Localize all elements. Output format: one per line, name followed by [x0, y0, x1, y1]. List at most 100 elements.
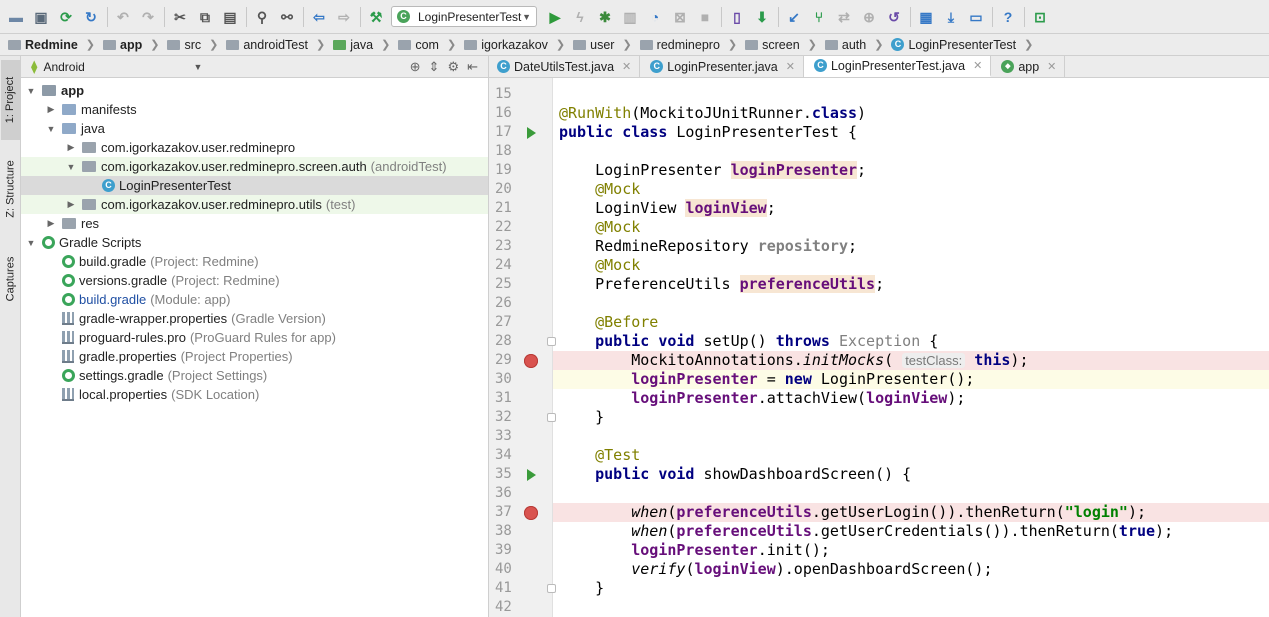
vcs-history-icon[interactable]: ⊕	[859, 7, 879, 27]
code-line[interactable]	[553, 142, 1269, 161]
refresh-icon[interactable]: ↻	[81, 7, 101, 27]
code-line[interactable]: PreferenceUtils preferenceUtils;	[553, 275, 1269, 294]
close-icon[interactable]: ✕	[1047, 60, 1056, 73]
scroll-from-source-icon[interactable]: ⊕	[410, 59, 421, 75]
tree-node[interactable]: ▼ com.igorkazakov.user.redminepro.screen.…	[21, 157, 488, 176]
undo-icon[interactable]: ↶	[113, 7, 133, 27]
code-line[interactable]: @RunWith(MockitoJUnitRunner.class)	[553, 104, 1269, 123]
editor-tab[interactable]: C LoginPresenterTest.java ✕	[803, 56, 992, 77]
redo-icon[interactable]: ↷	[138, 7, 158, 27]
stop-icon[interactable]: ■	[695, 7, 715, 27]
code-line[interactable]: LoginView loginView;	[553, 199, 1269, 218]
breadcrumb-redminepro[interactable]: redminepro ❯	[639, 38, 737, 52]
cut-icon[interactable]: ✂	[170, 7, 190, 27]
paste-icon[interactable]: ▤	[220, 7, 240, 27]
avd-manager-icon[interactable]: ▯	[727, 7, 747, 27]
code-line[interactable]: public class LoginPresenterTest {	[553, 123, 1269, 142]
code-line[interactable]: loginPresenter = new LoginPresenter();	[553, 370, 1269, 389]
replace-icon[interactable]: ⚯	[277, 7, 297, 27]
tree-node[interactable]: settings.gradle (Project Settings)	[21, 366, 488, 385]
vcs-revert-icon[interactable]: ↺	[884, 7, 904, 27]
breadcrumb-igorkazakov[interactable]: igorkazakov ❯	[464, 38, 565, 52]
terminal-icon[interactable]: ▭	[966, 7, 986, 27]
code-area[interactable]: @RunWith(MockitoJUnitRunner.class) public…	[553, 78, 1269, 617]
close-icon[interactable]: ✕	[973, 59, 982, 72]
tree-node[interactable]: versions.gradle (Project: Redmine)	[21, 271, 488, 290]
breadcrumb-app[interactable]: app ❯	[103, 38, 159, 52]
code-line[interactable]: @Mock	[553, 218, 1269, 237]
breadcrumb-src[interactable]: src ❯	[167, 38, 218, 52]
tree-node[interactable]: local.properties (SDK Location)	[21, 385, 488, 404]
code-line[interactable]: public void showDashboardScreen() {	[553, 465, 1269, 484]
code-line[interactable]	[553, 294, 1269, 313]
forward-icon[interactable]: ⇨	[334, 7, 354, 27]
tree-node[interactable]: build.gradle (Project: Redmine)	[21, 252, 488, 271]
code-line[interactable]: verify(loginView).openDashboardScreen();	[553, 560, 1269, 579]
code-line[interactable]: when(preferenceUtils.getUserCredentials(…	[553, 522, 1269, 541]
tree-node[interactable]: ▶ res	[21, 214, 488, 233]
breadcrumb-java[interactable]: java ❯	[333, 38, 390, 52]
gear-icon[interactable]: ⚙	[447, 59, 459, 75]
expand-arrow-icon[interactable]: ▼	[25, 238, 37, 248]
close-icon[interactable]: ✕	[622, 60, 631, 73]
breadcrumb-com[interactable]: com ❯	[398, 38, 456, 52]
sdk-manager-icon[interactable]: ⬇	[752, 7, 772, 27]
apply-changes-icon[interactable]: ϟ	[570, 7, 590, 27]
breakpoint-icon[interactable]	[522, 503, 540, 522]
collapse-arrow-icon[interactable]: ▶	[65, 199, 77, 210]
sdk-download-icon[interactable]: ⤓	[941, 7, 961, 27]
tree-node[interactable]: ▼ java	[21, 119, 488, 138]
project-structure-icon[interactable]: ▦	[916, 7, 936, 27]
code-line[interactable]	[553, 484, 1269, 503]
code-line[interactable]: public void setUp() throws Exception {	[553, 332, 1269, 351]
vcs-update-icon[interactable]: ↙	[784, 7, 804, 27]
save-icon[interactable]: ▣	[31, 7, 51, 27]
project-view-select[interactable]: Android	[43, 60, 193, 74]
coverage-icon[interactable]: ▥	[620, 7, 640, 27]
run-configuration-select[interactable]: C LoginPresenterTest ▼	[391, 6, 537, 27]
sync-icon[interactable]: ⟳	[56, 7, 76, 27]
code-line[interactable]	[553, 598, 1269, 617]
code-line[interactable]: @Test	[553, 446, 1269, 465]
code-line[interactable]: when(preferenceUtils.getUserLogin()).the…	[553, 503, 1269, 522]
breadcrumb-redmine[interactable]: Redmine ❯	[8, 38, 95, 52]
tree-node[interactable]: ▼ Gradle Scripts	[21, 233, 488, 252]
attach-debugger-icon[interactable]: ⊠	[670, 7, 690, 27]
tool-tab-project[interactable]: 1: Project	[1, 60, 20, 140]
breakpoint-icon[interactable]	[522, 351, 540, 370]
code-line[interactable]	[553, 85, 1269, 104]
editor-tab[interactable]: ◆ app ✕	[991, 56, 1066, 77]
tree-node[interactable]: gradle-wrapper.properties (Gradle Version…	[21, 309, 488, 328]
breadcrumb-auth[interactable]: auth ❯	[824, 38, 883, 52]
tree-node[interactable]: gradle.properties (Project Properties)	[21, 347, 488, 366]
close-icon[interactable]: ✕	[786, 60, 795, 73]
collapse-all-icon[interactable]: ⇕	[429, 59, 440, 75]
help-icon[interactable]: ?	[998, 7, 1018, 27]
tree-node[interactable]: ▶ com.igorkazakov.user.redminepro	[21, 138, 488, 157]
chevron-down-icon[interactable]: ▼	[193, 62, 202, 72]
code-line[interactable]: LoginPresenter loginPresenter;	[553, 161, 1269, 180]
back-icon[interactable]: ⇦	[309, 7, 329, 27]
run-icon[interactable]: ▶	[545, 7, 565, 27]
collapse-arrow-icon[interactable]: ▶	[45, 104, 57, 115]
code-line[interactable]: MockitoAnnotations.initMocks( testClass:…	[553, 351, 1269, 370]
expand-arrow-icon[interactable]: ▼	[45, 124, 57, 134]
tree-node[interactable]: ▶ com.igorkazakov.user.redminepro.utils (t…	[21, 195, 488, 214]
code-line[interactable]: @Before	[553, 313, 1269, 332]
code-line[interactable]: loginPresenter.attachView(loginView);	[553, 389, 1269, 408]
vcs-compare-icon[interactable]: ⇄	[834, 7, 854, 27]
editor-tab[interactable]: C DateUtilsTest.java ✕	[489, 56, 641, 77]
tree-node[interactable]: C LoginPresenterTest	[21, 176, 488, 195]
vcs-commit-icon[interactable]: ⑂	[809, 7, 829, 27]
tool-tab-structure[interactable]: Z: Structure	[1, 146, 20, 232]
code-line[interactable]: }	[553, 408, 1269, 427]
editor-gutter[interactable]: 15 16 17 18 19 20 21 22 23 24 25 26 27 28 29 30 31 32 33 34…	[489, 78, 556, 617]
tool-tab-captures[interactable]: Captures	[1, 244, 20, 314]
collapse-arrow-icon[interactable]: ▶	[65, 142, 77, 153]
code-line[interactable]	[553, 427, 1269, 446]
code-line[interactable]: @Mock	[553, 256, 1269, 275]
find-icon[interactable]: ⚲	[252, 7, 272, 27]
code-line[interactable]: loginPresenter.init();	[553, 541, 1269, 560]
breadcrumb-user[interactable]: user ❯	[573, 38, 632, 52]
tree-node[interactable]: ▶ manifests	[21, 100, 488, 119]
